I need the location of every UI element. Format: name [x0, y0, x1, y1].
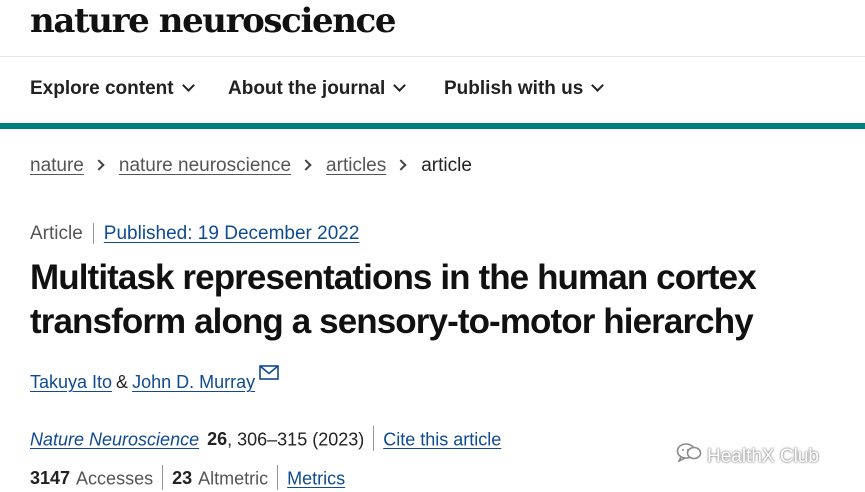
nav-divider: [0, 123, 865, 129]
author-list: Takuya Ito & John D. Murray: [30, 364, 279, 394]
chevron-down-icon: [181, 79, 195, 92]
author-separator: &: [116, 372, 129, 392]
chevron-down-icon: [591, 79, 605, 92]
altmetric-count: 23: [172, 468, 193, 489]
breadcrumb-current: article: [421, 155, 472, 176]
journal-link[interactable]: Nature Neuroscience: [30, 429, 199, 449]
article-type: Article: [30, 223, 94, 244]
nav-about-journal[interactable]: About the journal: [228, 78, 407, 100]
article-meta: Article Published: 19 December 2022: [30, 223, 359, 245]
author-link[interactable]: John D. Murray: [132, 372, 255, 392]
nav-explore-content-label: Explore content: [30, 78, 174, 99]
nav-about-journal-label: About the journal: [228, 78, 386, 99]
masthead: nature neuroscience: [0, 0, 865, 57]
site-logo[interactable]: nature neuroscience: [30, 1, 396, 41]
main-nav: Explore content About the journal Publis…: [0, 57, 865, 123]
nav-publish-with-us[interactable]: Publish with us: [444, 78, 605, 100]
metrics-link[interactable]: Metrics: [287, 468, 345, 488]
chevron-right-icon: [93, 159, 105, 171]
volume-number: 26: [207, 429, 228, 450]
chevron-right-icon: [300, 159, 312, 171]
divider: [162, 465, 164, 490]
breadcrumb-articles[interactable]: articles: [326, 155, 386, 176]
chat-bubbles-icon: [676, 442, 702, 468]
breadcrumb-nature[interactable]: nature: [30, 155, 84, 176]
breadcrumb-nature-neuroscience[interactable]: nature neuroscience: [119, 155, 291, 176]
altmetric-label: Altmetric: [198, 468, 269, 489]
divider: [373, 426, 375, 451]
nav-explore-content[interactable]: Explore content: [30, 78, 195, 100]
article-title: Multitask representations in the human c…: [30, 256, 860, 344]
cite-this-article-link[interactable]: Cite this article: [383, 429, 501, 449]
nav-publish-with-us-label: Publish with us: [444, 78, 584, 99]
chevron-right-icon: [395, 159, 407, 171]
watermark: HealthX Club: [676, 442, 819, 470]
accesses-count: 3147: [30, 468, 71, 489]
pages-year: , 306–315 (2023): [227, 429, 365, 450]
published-date-link[interactable]: Published: 19 December 2022: [104, 223, 360, 244]
author-link[interactable]: Takuya Ito: [30, 372, 112, 392]
citation-line: Nature Neuroscience 26, 306–315 (2023) Cit…: [30, 426, 501, 453]
email-icon[interactable]: [259, 364, 279, 385]
divider: [277, 465, 279, 490]
article-title-line1: Multitask representations in the human c…: [30, 258, 757, 297]
chevron-down-icon: [393, 79, 407, 92]
article-title-line2: transform along a sensory-to-motor hiera…: [30, 302, 754, 341]
breadcrumb: nature nature neuroscience articles article: [30, 155, 472, 177]
metrics-bar: 3147 Accesses 23 Altmetric Metrics: [30, 465, 345, 492]
watermark-text: HealthX Club: [707, 446, 819, 468]
accesses-label: Accesses: [76, 468, 154, 489]
